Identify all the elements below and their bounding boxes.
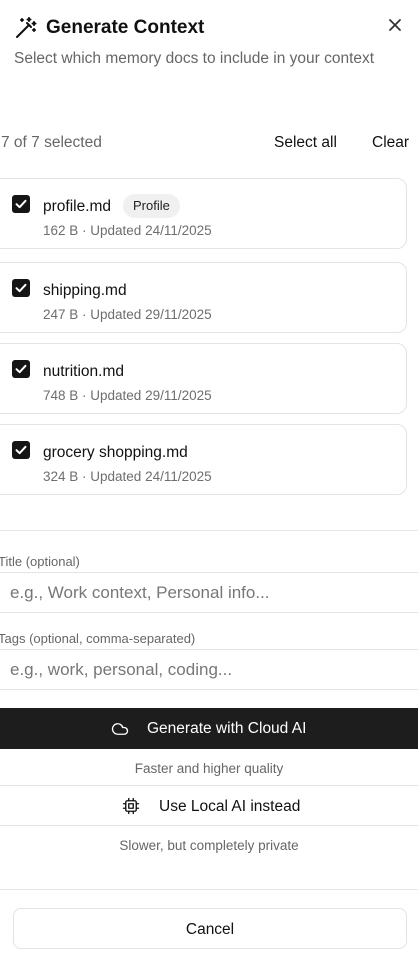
checkbox-checked-icon[interactable]	[12, 195, 30, 213]
cancel-button[interactable]: Cancel	[13, 908, 407, 949]
checkbox-checked-icon[interactable]	[12, 360, 30, 378]
cancel-label: Cancel	[185, 921, 235, 938]
title-input[interactable]	[0, 572, 418, 613]
generate-cloud-ai-label: Generate with Cloud AI	[147, 720, 307, 737]
doc-meta: 748 B · Updated 29/11/2025	[43, 388, 212, 403]
select-all-button[interactable]: Select all	[274, 134, 337, 152]
use-local-ai-button[interactable]: Use Local AI instead	[0, 785, 418, 826]
cloud-icon	[111, 723, 129, 735]
generate-cloud-ai-button[interactable]: Generate with Cloud AI	[0, 708, 418, 749]
divider	[0, 530, 418, 531]
tags-field-label: Tags (optional, comma-separated)	[0, 631, 196, 646]
doc-name: nutrition.md	[43, 363, 124, 380]
dialog-subtitle: Select which memory docs to include in y…	[14, 50, 375, 67]
doc-item-profile[interactable]: profile.md Profile 162 B · Updated 24/11…	[0, 178, 407, 249]
title-field-label: Title (optional)	[0, 554, 80, 569]
doc-name: shipping.md	[43, 282, 127, 299]
doc-item-grocery-shopping[interactable]: grocery shopping.md 324 B · Updated 24/1…	[0, 424, 407, 495]
local-ai-hint: Slower, but completely private	[119, 838, 299, 853]
doc-item-nutrition[interactable]: nutrition.md 748 B · Updated 29/11/2025	[0, 343, 407, 414]
cloud-ai-hint: Faster and higher quality	[134, 761, 284, 776]
selection-toolbar: 7 of 7 selected Select all Clear	[0, 133, 418, 155]
magic-wand-icon	[16, 17, 37, 38]
doc-meta: 162 B · Updated 24/11/2025	[43, 223, 212, 238]
cpu-chip-icon	[122, 797, 140, 815]
dialog-header: Generate Context	[14, 14, 418, 44]
divider	[0, 889, 418, 890]
dialog-title: Generate Context	[46, 17, 205, 38]
doc-name: grocery shopping.md	[43, 444, 188, 461]
doc-meta: 247 B · Updated 29/11/2025	[43, 307, 212, 322]
doc-name: profile.md	[43, 198, 112, 215]
clear-button[interactable]: Clear	[372, 134, 409, 152]
doc-item-shipping[interactable]: shipping.md 247 B · Updated 29/11/2025	[0, 262, 407, 333]
checkbox-checked-icon[interactable]	[12, 441, 30, 459]
close-icon[interactable]	[384, 14, 406, 36]
doc-meta: 324 B · Updated 24/11/2025	[43, 469, 212, 484]
use-local-ai-label: Use Local AI instead	[159, 798, 301, 815]
doc-badge: Profile	[123, 194, 180, 218]
selected-count: 7 of 7 selected	[1, 134, 102, 151]
checkbox-checked-icon[interactable]	[12, 279, 30, 297]
tags-input[interactable]	[0, 649, 418, 690]
